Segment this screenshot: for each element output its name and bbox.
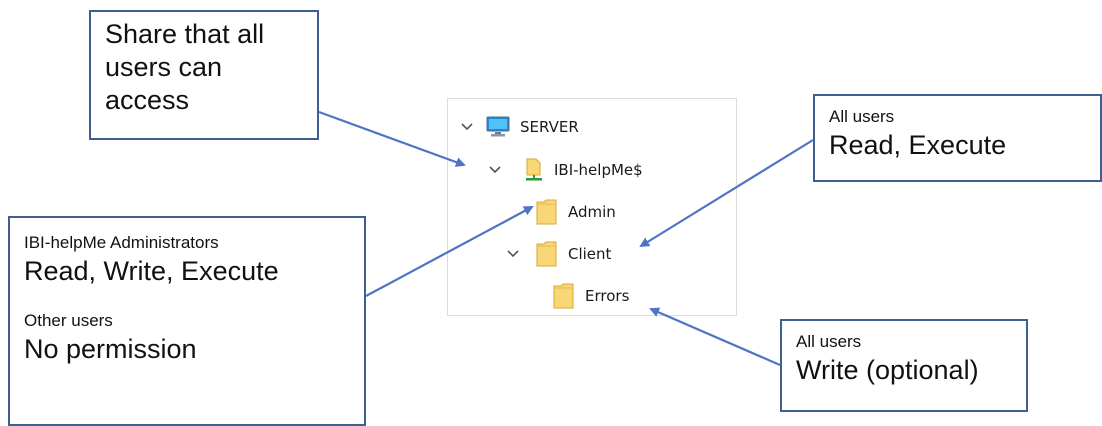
callout-admin-perm2: No permission <box>24 334 197 364</box>
tree-node-errors[interactable]: Errors <box>553 283 629 309</box>
tree-node-client[interactable]: Client <box>536 241 611 267</box>
chevron-down-icon[interactable] <box>460 120 474 134</box>
callout-share-line2: users can <box>105 52 223 82</box>
folder-tree-panel: SERVER IBI-helpMe$ Admin Client Errors <box>447 98 737 316</box>
folder-icon <box>536 241 557 267</box>
callout-share-access: Share that all users can access <box>89 10 319 140</box>
callout-admin-permissions: IBI-helpMe Administrators Read, Write, E… <box>8 216 366 426</box>
tree-node-share[interactable]: IBI-helpMe$ <box>524 157 643 183</box>
callout-admin-who1: IBI-helpMe Administrators <box>24 233 219 252</box>
callout-client-who: All users <box>829 107 895 126</box>
callout-admin-who2: Other users <box>24 311 113 330</box>
tree-node-label: IBI-helpMe$ <box>554 161 643 179</box>
callout-share-line3: access <box>105 85 190 115</box>
callout-errors-perm: Write (optional) <box>796 355 979 385</box>
chevron-down-icon[interactable] <box>506 247 520 261</box>
tree-node-admin[interactable]: Admin <box>536 199 616 225</box>
folder-icon <box>553 283 574 309</box>
chevron-down-icon[interactable] <box>488 163 502 177</box>
callout-errors-who: All users <box>796 332 862 351</box>
computer-icon <box>486 116 510 137</box>
arrow-share-to-helpme <box>318 110 466 167</box>
tree-node-server[interactable]: SERVER <box>486 114 579 140</box>
folder-icon <box>536 199 557 225</box>
tree-node-label: Admin <box>568 203 616 221</box>
callout-admin-perm1: Read, Write, Execute <box>24 256 279 286</box>
tree-node-label: SERVER <box>520 118 579 136</box>
network-share-icon <box>526 158 542 181</box>
arrow-errors-perm-to-errors <box>649 307 781 367</box>
callout-share-line1: Share that all <box>105 19 265 49</box>
callout-errors-permissions: All users Write (optional) <box>780 319 1028 412</box>
tree-node-label: Client <box>568 245 612 263</box>
tree-node-label: Errors <box>585 287 630 305</box>
callout-client-perm: Read, Execute <box>829 130 1007 160</box>
callout-client-permissions: All users Read, Execute <box>813 94 1102 182</box>
